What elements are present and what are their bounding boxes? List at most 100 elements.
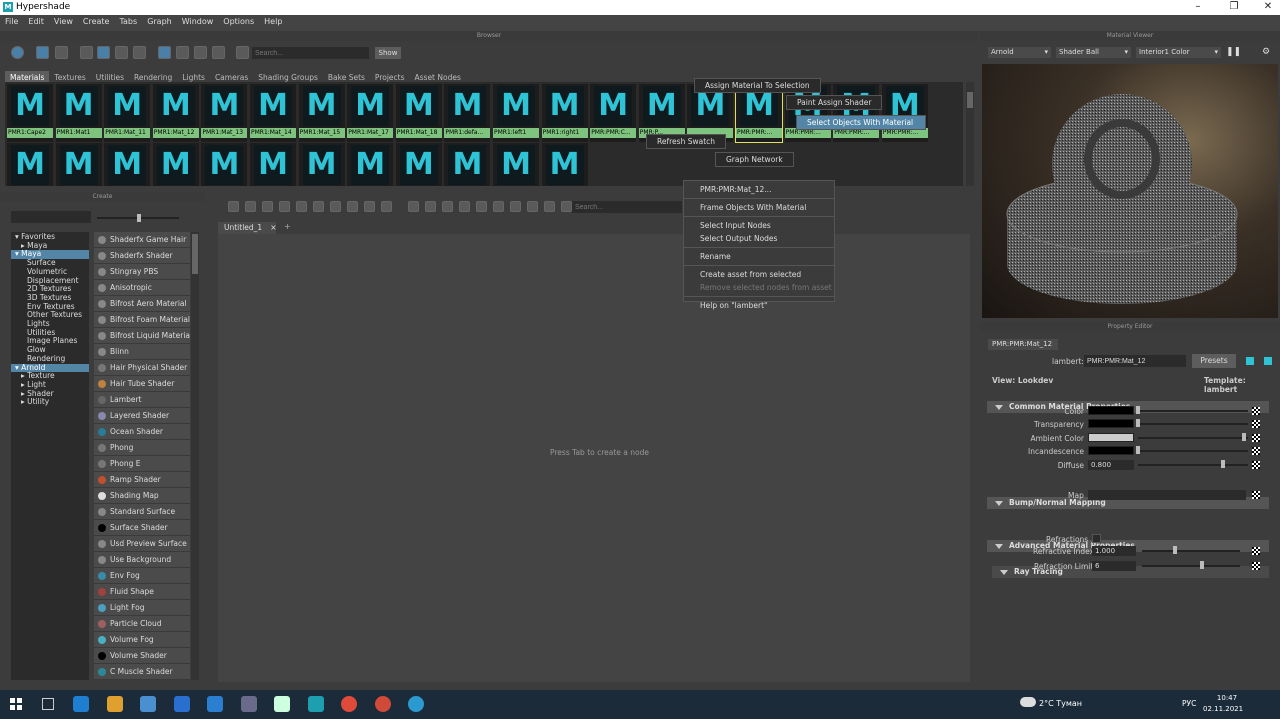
refraction-limit-map-icon[interactable] <box>1252 562 1260 570</box>
shader-list-item[interactable]: Volume Fog <box>94 632 190 648</box>
swatch-xl-icon[interactable] <box>133 46 146 59</box>
shader-list-item[interactable]: Bifrost Liquid Material <box>94 328 190 344</box>
diffuse-map-icon[interactable] <box>1252 461 1260 469</box>
menu-options[interactable]: Options <box>218 15 259 28</box>
store-icon[interactable] <box>140 696 156 712</box>
view-list-icon[interactable] <box>55 46 68 59</box>
sort-type-icon[interactable] <box>176 46 189 59</box>
sort-name-icon[interactable] <box>158 46 171 59</box>
copy-tab-icon[interactable] <box>1264 357 1272 365</box>
shader-list-item[interactable]: Ramp Shader <box>94 472 190 488</box>
diffuse-slider[interactable] <box>1138 464 1248 466</box>
material-swatch[interactable]: M <box>347 143 394 186</box>
shader-list-item[interactable]: Env Fog <box>94 568 190 584</box>
shader-list-item[interactable]: Anisotropic <box>94 280 190 296</box>
transparency-slider[interactable] <box>1138 423 1248 425</box>
graph-network-icon[interactable] <box>330 201 341 212</box>
material-swatch[interactable]: M PMR1:Mat_18 <box>395 84 442 142</box>
node-name-field[interactable] <box>1084 355 1186 367</box>
incandescence-slider[interactable] <box>1138 450 1248 452</box>
ctx-select-input[interactable]: Select Input Nodes <box>684 219 834 232</box>
refractive-index-map-icon[interactable] <box>1252 547 1260 555</box>
menu-view[interactable]: View <box>49 15 78 28</box>
frame-all-icon[interactable] <box>476 201 487 212</box>
menu-edit[interactable]: Edit <box>23 15 49 28</box>
shader-list-item[interactable]: Particle Cloud <box>94 616 190 632</box>
maya-icon[interactable] <box>307 696 324 712</box>
material-swatch[interactable]: M <box>444 143 491 186</box>
vscode-icon[interactable] <box>207 696 223 712</box>
shader-list-item[interactable]: Shading Map <box>94 488 190 504</box>
settings-icon[interactable]: ⚙ <box>1262 47 1270 57</box>
edge-icon[interactable] <box>73 696 89 712</box>
map-texture-icon[interactable] <box>1252 491 1260 499</box>
rearrange-graph-icon[interactable] <box>296 201 307 212</box>
output-connections-icon[interactable] <box>245 201 256 212</box>
tree-item[interactable]: ▸ Utility <box>11 398 89 407</box>
ambient-map-icon[interactable] <box>1252 434 1260 442</box>
ctx-rename[interactable]: Rename <box>684 250 834 263</box>
shader-list-item[interactable]: Light Fog <box>94 600 190 616</box>
task-view-icon[interactable] <box>42 698 54 710</box>
tab-close-icon[interactable]: × <box>270 223 276 232</box>
material-swatch[interactable]: M <box>152 143 199 186</box>
menu-window[interactable]: Window <box>177 15 219 28</box>
ctx-select-output[interactable]: Select Output Nodes <box>684 232 834 245</box>
environment-dropdown[interactable]: Interior1 Color ▾ <box>1136 47 1221 58</box>
material-swatch[interactable]: MPMR:PMR:... <box>833 84 880 142</box>
shader-list-item[interactable]: Shaderfx Game Hair <box>94 232 190 248</box>
material-swatch[interactable]: MPMR:PMR:... <box>881 84 928 142</box>
shader-list-item[interactable]: Use Background <box>94 552 190 568</box>
full-mode-icon[interactable] <box>425 201 436 212</box>
view-icons-icon[interactable] <box>36 46 49 59</box>
shader-list-item[interactable]: Bifrost Aero Material <box>94 296 190 312</box>
color-swatch[interactable] <box>1088 406 1134 415</box>
material-swatch[interactable]: M PMR1:Mat1 <box>55 84 102 142</box>
search-node-icon[interactable] <box>459 201 470 212</box>
clock-date[interactable]: 02.11.2021 <box>1203 705 1243 713</box>
tree-item[interactable]: Other Textures <box>11 310 89 320</box>
shader-list-item[interactable]: Standard Surface <box>94 504 190 520</box>
incandescence-knob[interactable] <box>1136 446 1140 454</box>
assign-material-item[interactable]: Assign Material To Selection <box>694 78 821 93</box>
menu-create[interactable]: Create <box>78 15 115 28</box>
graph-materials-icon[interactable] <box>313 201 324 212</box>
material-swatch[interactable]: M <box>104 143 151 186</box>
frame-selected-icon[interactable] <box>493 201 504 212</box>
grid-toggle-icon[interactable] <box>510 201 521 212</box>
material-swatch[interactable]: M <box>493 143 539 186</box>
sort-reverse-icon[interactable] <box>212 46 225 59</box>
renderer-dropdown[interactable]: Arnold ▾ <box>988 47 1051 58</box>
io-connections-icon[interactable] <box>262 201 273 212</box>
diffuse-knob[interactable] <box>1221 460 1225 468</box>
incandescence-swatch[interactable] <box>1088 446 1134 455</box>
weather-text[interactable]: 2°C Туман <box>1039 699 1082 708</box>
ambient-knob[interactable] <box>1242 433 1246 441</box>
start-icon[interactable] <box>10 698 22 710</box>
material-swatch[interactable]: M PMR1:Mat_15 <box>298 84 345 142</box>
refractions-checkbox[interactable] <box>1092 534 1101 543</box>
shader-list-item[interactable]: Stingray PBS <box>94 264 190 280</box>
material-swatch[interactable]: M <box>55 143 102 186</box>
transparency-knob[interactable] <box>1136 419 1140 427</box>
swatch-medium-icon[interactable] <box>97 46 110 59</box>
menu-help[interactable]: Help <box>259 15 287 28</box>
shader-list-item[interactable]: Hair Physical Shader <box>94 360 190 376</box>
shader-list-item[interactable]: Lambert <box>94 392 190 408</box>
refresh-swatch-item[interactable]: Refresh Swatch <box>646 134 727 149</box>
input-connections-icon[interactable] <box>228 201 239 212</box>
focus-icon[interactable] <box>1246 357 1254 365</box>
swatch-large-icon[interactable] <box>115 46 128 59</box>
show-button[interactable]: Show <box>375 47 401 59</box>
material-swatch[interactable]: M <box>298 143 345 186</box>
chrome-icon[interactable] <box>374 696 391 712</box>
diffuse-field[interactable]: 0.800 <box>1088 460 1134 470</box>
ctx-frame-objects[interactable]: Frame Objects With Material <box>684 201 834 214</box>
sort-time-icon[interactable] <box>194 46 207 59</box>
refractive-index-knob[interactable] <box>1173 546 1177 554</box>
clear-graph-icon[interactable] <box>279 201 290 212</box>
simple-mode-icon[interactable] <box>381 201 392 212</box>
menu-file[interactable]: File <box>0 15 23 28</box>
swatch-small-icon[interactable] <box>80 46 93 59</box>
refraction-limit-field[interactable]: 6 <box>1092 561 1136 571</box>
